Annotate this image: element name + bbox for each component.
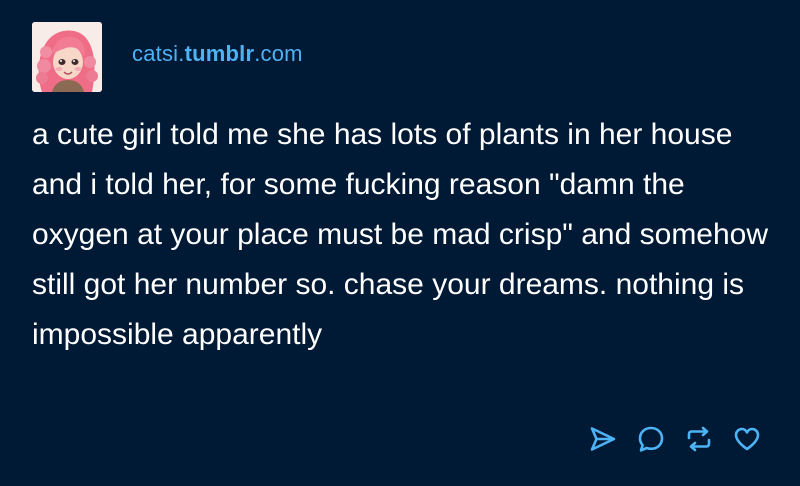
reblog-icon xyxy=(687,426,711,452)
blog-name-link[interactable]: catsi.tumblr.com xyxy=(132,41,303,67)
tumblr-post: catsi.tumblr.com a cute girl told me she… xyxy=(0,0,800,486)
avatar[interactable] xyxy=(32,22,102,92)
heart-icon xyxy=(734,427,760,451)
reply-icon xyxy=(638,426,664,452)
blog-name-suffix: .com xyxy=(254,41,303,66)
post-body: a cute girl told me she has lots of plan… xyxy=(32,118,769,351)
blog-name-strong: tumblr xyxy=(184,41,255,66)
like-button[interactable] xyxy=(732,424,762,454)
post-header: catsi.tumblr.com xyxy=(32,22,303,92)
avatar-illustration-icon xyxy=(32,22,102,92)
share-button[interactable] xyxy=(588,424,618,454)
reblog-button[interactable] xyxy=(684,424,714,454)
share-icon xyxy=(590,427,616,451)
reply-button[interactable] xyxy=(636,424,666,454)
blog-name-prefix: catsi. xyxy=(132,41,185,66)
post-actions xyxy=(570,424,762,454)
